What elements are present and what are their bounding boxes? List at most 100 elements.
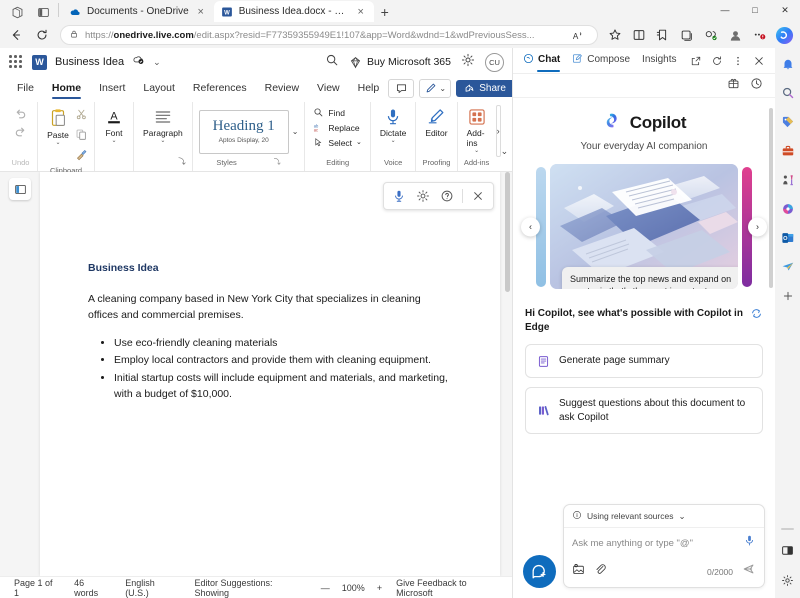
outlook-icon[interactable]: O [778,228,798,248]
dictate-button[interactable]: Dictate ⌄ [377,106,409,145]
close-icon[interactable] [752,54,766,68]
sources-selector[interactable]: Using relevant sources ⌄ [564,505,764,528]
close-icon[interactable]: × [195,6,207,18]
shopping-icon[interactable] [778,112,798,132]
tab-file[interactable]: File [8,80,43,96]
redo-button[interactable] [10,124,31,141]
close-icon[interactable]: × [355,6,367,18]
suggestion-suggest-questions[interactable]: Suggest questions about this document to… [525,387,763,434]
tab-compose[interactable]: Compose [572,53,630,69]
attach-icon[interactable] [594,563,607,581]
add-ins-chevron-icon[interactable]: ⌄ [474,148,479,154]
games-icon[interactable] [778,170,798,190]
collections-icon[interactable] [676,24,698,46]
avatar[interactable]: CU [485,52,504,72]
back-button[interactable] [4,24,28,46]
browser-tab-onedrive[interactable]: Documents - OneDrive × [62,1,214,22]
close-icon[interactable] [467,185,489,207]
microphone-icon[interactable] [743,534,756,552]
carousel-card[interactable]: Summarize the top news and expand on one… [550,164,738,289]
tab-actions-icon[interactable] [30,2,56,22]
plugins-icon[interactable] [727,77,740,95]
comment-icon[interactable] [388,78,415,98]
more-options-icon[interactable] [731,54,745,68]
notifications-icon[interactable] [778,54,798,74]
suggestion-generate-page-summary[interactable]: Generate page summary [525,344,763,378]
title-chevron-icon[interactable]: ⌄ [153,57,161,68]
gear-icon[interactable] [461,53,475,72]
dictate-chevron-icon[interactable]: ⌄ [391,138,396,144]
tab-insert[interactable]: Insert [90,80,134,96]
app-launcher-icon[interactable] [8,54,24,70]
zoom-level[interactable]: 100% [342,583,365,593]
format-painter-button[interactable] [75,148,88,166]
workspaces-icon[interactable] [4,2,30,22]
send-icon[interactable] [742,562,756,581]
paste-chevron-icon[interactable]: ⌄ [55,140,60,146]
minimize-button[interactable]: — [710,0,740,20]
send-icon[interactable] [778,257,798,277]
gear-icon[interactable] [412,185,434,207]
copilot-scrollbar[interactable] [769,108,773,288]
undo-button[interactable] [10,106,31,123]
new-tab-button[interactable]: + [374,2,396,22]
paste-button[interactable]: Paste ⌄ [44,106,72,147]
microphone-icon[interactable] [388,185,410,207]
copilot-icon[interactable] [772,23,796,47]
read-aloud-icon[interactable]: A [567,24,589,46]
refresh-suggestions-icon[interactable] [750,307,763,325]
split-screen-icon[interactable] [628,24,650,46]
editing-mode-button[interactable]: ⌄ [419,78,452,98]
maximize-button[interactable]: □ [740,0,770,20]
select-chevron-icon[interactable]: ⌄ [356,139,362,146]
settings-more-icon[interactable] [748,24,770,46]
favorites-list-icon[interactable] [652,24,674,46]
language[interactable]: English (U.S.) [125,578,178,598]
editor-button[interactable]: Editor [422,106,450,139]
paragraph-dialog-launcher[interactable]: ⤵ [178,156,186,169]
copilot-input-placeholder[interactable]: Ask me anything or type "@" [572,538,737,549]
image-creator-icon[interactable] [778,199,798,219]
profile-icon[interactable] [724,24,746,46]
buy-microsoft-365-button[interactable]: Buy Microsoft 365 [349,56,451,69]
paragraph-chevron-icon[interactable]: ⌄ [160,138,165,144]
new-chat-icon[interactable] [523,555,556,588]
open-in-new-icon[interactable] [689,54,703,68]
favorites-star-icon[interactable] [604,24,626,46]
add-image-icon[interactable] [572,563,585,581]
help-icon[interactable] [436,185,458,207]
replace-button[interactable]: ab ac Replace [311,121,361,134]
style-gallery-heading1[interactable]: Heading 1 Aptos Display, 20 [198,109,289,154]
paragraph-button[interactable]: Paragraph ⌄ [140,106,186,145]
tab-chat[interactable]: Chat [523,53,561,72]
styles-chevron-icon[interactable]: ⌄ [292,127,299,136]
tools-icon[interactable] [778,141,798,161]
ribbon-collapse-button[interactable]: ⌄ [501,102,509,171]
font-chevron-icon[interactable]: ⌄ [111,138,116,144]
browser-tab-business-idea[interactable]: W Business Idea.docx - Microsoft W × [213,1,374,22]
carousel-next-button[interactable]: › [748,217,767,236]
url-input[interactable]: https://onedrive.live.com/edit.aspx?resi… [60,25,598,45]
tab-references[interactable]: References [184,80,256,96]
search-icon[interactable] [325,53,339,72]
tab-help[interactable]: Help [349,80,389,96]
select-button[interactable]: Select ⌄ [311,136,364,149]
editor-status[interactable]: Editor Suggestions: Showing [194,578,304,598]
cut-button[interactable] [75,108,88,126]
sidebar-settings-icon[interactable] [778,570,798,590]
tab-insights[interactable]: Insights [642,54,676,67]
tab-review[interactable]: Review [256,80,308,96]
search-icon[interactable] [778,83,798,103]
zoom-out-button[interactable]: — [321,583,330,593]
copy-button[interactable] [75,128,88,146]
tab-home[interactable]: Home [43,80,90,99]
history-icon[interactable] [750,77,763,95]
carousel-prev-button[interactable]: ‹ [521,217,540,236]
zoom-in-button[interactable]: + [377,583,382,593]
find-button[interactable]: Find [311,106,347,119]
add-icon[interactable] [778,286,798,306]
word-count[interactable]: 46 words [74,578,109,598]
add-ins-button[interactable]: Add-ins ⌄ [464,106,490,155]
navigation-pane-icon[interactable] [9,178,31,200]
split-screen-icon[interactable] [778,540,798,560]
